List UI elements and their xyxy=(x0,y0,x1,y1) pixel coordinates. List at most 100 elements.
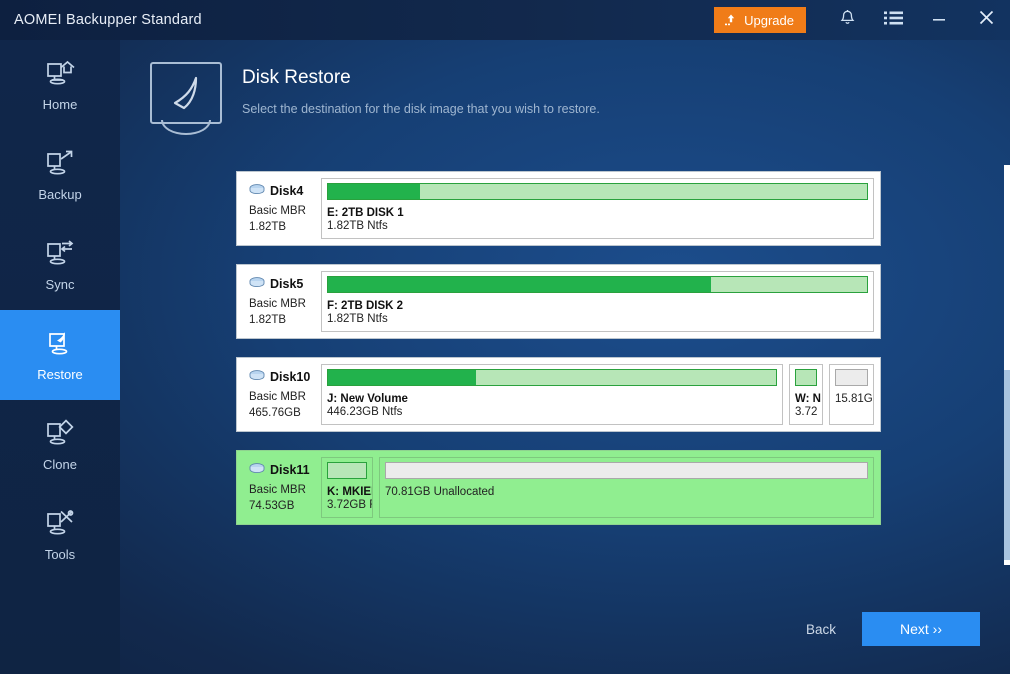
sidebar-item-tools[interactable]: Tools xyxy=(0,490,120,580)
minimize-icon xyxy=(931,11,947,30)
partition-box[interactable]: 15.81G xyxy=(829,364,874,425)
page-header: Disk Restore Select the destination for … xyxy=(150,62,600,124)
disk-icon xyxy=(249,368,265,386)
partition-unallocated-label: 70.81GB Unallocated xyxy=(385,486,495,498)
partition-usage-bar xyxy=(327,276,868,293)
sidebar-item-label: Restore xyxy=(37,366,83,382)
notification-button[interactable] xyxy=(824,0,870,40)
minimize-button[interactable] xyxy=(916,0,962,40)
sidebar-item-label: Sync xyxy=(45,276,75,292)
disk-card-disk5[interactable]: Disk5 Basic MBR 1.82TB F: 2TB DISK 2 1.8… xyxy=(236,264,881,339)
upgrade-label: Upgrade xyxy=(744,12,794,28)
disk-icon xyxy=(249,461,265,479)
partition-sublabel: 446.23GB Ntfs xyxy=(327,406,403,418)
partition-label: E: 2TB DISK 1 xyxy=(327,207,404,219)
disk-type: Basic MBR xyxy=(249,484,306,496)
partition-box[interactable]: W: N 3.72 xyxy=(789,364,823,425)
disk-name: Disk4 xyxy=(270,184,304,198)
disk-card-disk10[interactable]: Disk10 Basic MBR 465.76GB J: New Volume … xyxy=(236,357,881,432)
sidebar-item-label: Backup xyxy=(38,186,82,202)
disk-info: Disk4 Basic MBR 1.82TB xyxy=(243,178,321,239)
disk-name: Disk5 xyxy=(270,277,304,291)
next-button[interactable]: Next ›› xyxy=(862,612,980,646)
sidebar-item-restore[interactable]: Restore xyxy=(0,310,120,400)
disk-size: 74.53GB xyxy=(249,500,295,512)
list-menu-icon xyxy=(883,10,903,31)
disk-name-row: Disk5 xyxy=(249,275,317,293)
sidebar-item-label: Tools xyxy=(44,546,76,562)
sidebar-item-backup[interactable]: Backup xyxy=(0,130,120,220)
sidebar-item-sync[interactable]: Sync xyxy=(0,220,120,310)
clone-monitor-icon xyxy=(43,418,77,449)
disk-list-scrollbar[interactable] xyxy=(1004,165,1010,565)
upload-icon xyxy=(724,13,738,27)
restore-monitor-icon xyxy=(43,329,77,359)
partition-box[interactable]: F: 2TB DISK 2 1.82TB Ntfs xyxy=(321,271,874,332)
partition-usage-bar xyxy=(327,369,777,386)
app-title: AOMEI Backupper Standard xyxy=(14,12,202,28)
app-window: AOMEI Backupper Standard Upgrade Home Ba… xyxy=(0,0,1010,674)
disk-list: Disk4 Basic MBR 1.82TB E: 2TB DISK 1 1.8… xyxy=(236,165,896,565)
home-monitor-icon xyxy=(43,59,77,89)
disk-info: Disk10 Basic MBR 465.76GB xyxy=(243,364,321,425)
disk-card-disk11[interactable]: Disk11 Basic MBR 74.53GB K: MKIED 3.72GB… xyxy=(236,450,881,525)
partition-label: W: N xyxy=(795,393,821,405)
partition-usage-bar xyxy=(327,183,868,200)
partition-sublabel: 3.72 xyxy=(795,406,818,418)
partition-usage-bar xyxy=(795,369,817,386)
wizard-footer: Back Next ›› xyxy=(120,584,1010,674)
disk-size: 465.76GB xyxy=(249,407,301,419)
disk-restore-monitor-icon xyxy=(150,62,222,124)
sync-monitor-icon xyxy=(43,239,77,269)
disk-type: Basic MBR xyxy=(249,205,306,217)
sidebar-item-clone[interactable]: Clone xyxy=(0,400,120,490)
disk-size: 1.82TB xyxy=(249,221,287,233)
back-button[interactable]: Back xyxy=(806,622,836,637)
partition-box[interactable]: J: New Volume 446.23GB Ntfs xyxy=(321,364,783,425)
partition-label: F: 2TB DISK 2 xyxy=(327,300,404,312)
sidebar-item-label: Clone xyxy=(43,456,77,472)
bell-icon xyxy=(839,9,856,32)
partition-usage-bar xyxy=(835,369,868,386)
disk-name-row: Disk11 xyxy=(249,461,317,479)
menu-button[interactable] xyxy=(870,0,916,40)
sidebar: Home Backup Sync Restore Clone Tools xyxy=(0,40,120,674)
disk-info: Disk11 Basic MBR 74.53GB xyxy=(243,457,321,518)
disk-card-disk4[interactable]: Disk4 Basic MBR 1.82TB E: 2TB DISK 1 1.8… xyxy=(236,171,881,246)
sidebar-item-home[interactable]: Home xyxy=(0,40,120,130)
partition-box[interactable]: E: 2TB DISK 1 1.82TB Ntfs xyxy=(321,178,874,239)
partition-strip: J: New Volume 446.23GB Ntfs W: N 3.72 15… xyxy=(321,364,874,425)
disk-type: Basic MBR xyxy=(249,298,306,310)
partition-strip: K: MKIED 3.72GB Fa 70.81GB Unallocated xyxy=(321,457,874,518)
close-button[interactable] xyxy=(962,0,1010,40)
partition-usage-bar xyxy=(327,462,367,479)
partition-strip: F: 2TB DISK 2 1.82TB Ntfs xyxy=(321,271,874,332)
partition-box-unallocated[interactable]: 70.81GB Unallocated xyxy=(379,457,874,518)
partition-box[interactable]: K: MKIED 3.72GB Fa xyxy=(321,457,373,518)
partition-sublabel: 15.81G xyxy=(835,393,873,405)
partition-usage-bar xyxy=(385,462,868,479)
disk-icon xyxy=(249,182,265,200)
page-header-texts: Disk Restore Select the destination for … xyxy=(242,62,600,124)
disk-name-row: Disk10 xyxy=(249,368,317,386)
disk-info: Disk5 Basic MBR 1.82TB xyxy=(243,271,321,332)
disk-type: Basic MBR xyxy=(249,391,306,403)
disk-size: 1.82TB xyxy=(249,314,287,326)
disk-name: Disk10 xyxy=(270,370,311,384)
disk-name: Disk11 xyxy=(270,463,310,477)
close-icon xyxy=(978,9,995,31)
partition-strip: E: 2TB DISK 1 1.82TB Ntfs xyxy=(321,178,874,239)
main-content: Disk Restore Select the destination for … xyxy=(120,40,1010,674)
upgrade-button[interactable]: Upgrade xyxy=(714,7,806,33)
partition-sublabel: 1.82TB Ntfs xyxy=(327,313,388,325)
disk-name-row: Disk4 xyxy=(249,182,317,200)
disk-list-scrollbar-thumb[interactable] xyxy=(1004,370,1010,560)
tools-monitor-icon xyxy=(43,509,77,539)
sidebar-item-label: Home xyxy=(42,96,78,112)
page-title: Disk Restore xyxy=(242,67,351,88)
title-bar: AOMEI Backupper Standard Upgrade xyxy=(0,0,1010,40)
title-bar-controls: Upgrade xyxy=(714,0,1010,40)
partition-label: K: MKIED xyxy=(327,486,372,498)
partition-sublabel: 1.82TB Ntfs xyxy=(327,220,388,232)
backup-monitor-icon xyxy=(43,149,77,179)
